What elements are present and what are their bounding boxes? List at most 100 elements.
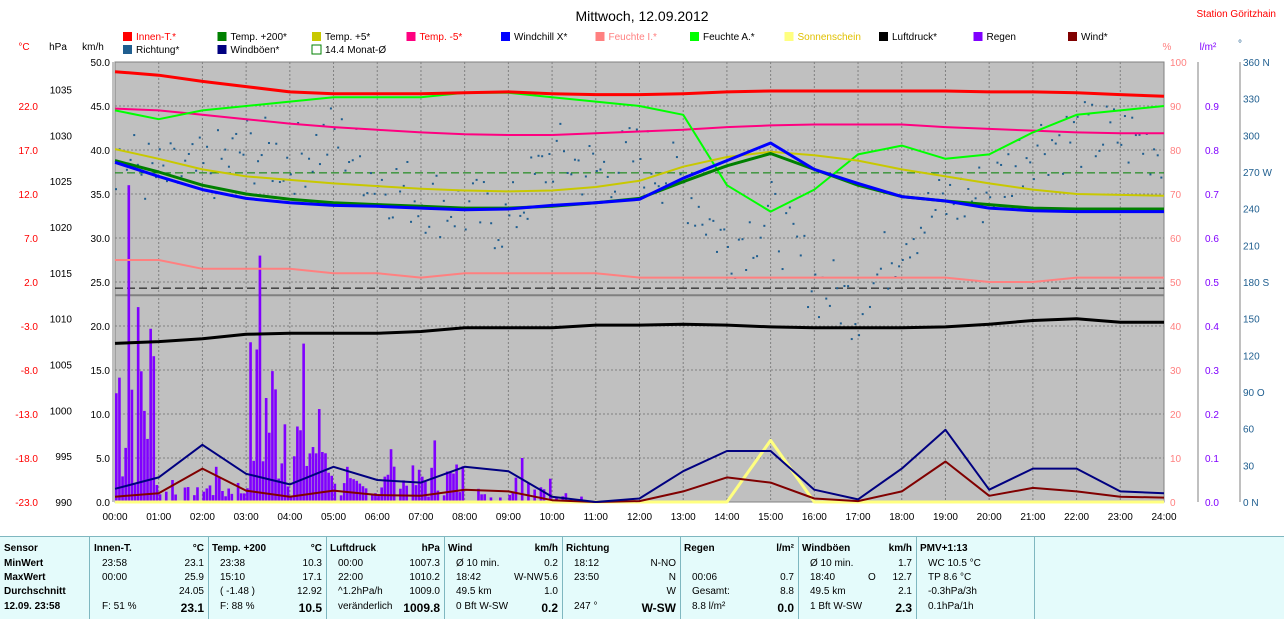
- rain-bar: [214, 466, 218, 502]
- tick-x: 04:00: [277, 512, 302, 523]
- tick-kmh: 25.0: [91, 278, 111, 289]
- weather-chart: Mittwoch, 12.09.2012 Station Göritzhain …: [0, 0, 1284, 536]
- tick-pct: 70: [1170, 190, 1182, 201]
- direction-point: [169, 142, 172, 145]
- stats-cell-value: 10.5: [298, 601, 322, 615]
- direction-point: [512, 181, 515, 184]
- stats-cell-value: 2.3: [895, 601, 912, 615]
- direction-point: [1058, 134, 1061, 137]
- stats-cell-value: N-NO: [650, 558, 676, 569]
- direction-point: [129, 158, 132, 161]
- direction-point: [985, 191, 988, 194]
- stats-cell-value: 12.7: [892, 572, 912, 583]
- direction-point: [1003, 195, 1006, 198]
- tick-kmh: 40.0: [91, 146, 111, 157]
- rain-bar: [115, 393, 118, 502]
- direction-point: [552, 180, 555, 183]
- direction-point: [1127, 161, 1130, 164]
- stats-cell-value: 24.05: [178, 586, 204, 597]
- direction-point: [839, 322, 842, 325]
- direction-point: [978, 166, 981, 169]
- rain-bar: [264, 398, 268, 502]
- tick-pct: 0: [1170, 498, 1176, 509]
- stats-cell-left: 247 °: [574, 601, 598, 612]
- direction-point: [257, 160, 260, 163]
- tick-x: 07:00: [408, 512, 433, 523]
- stats-header-unit: °C: [310, 543, 322, 554]
- direction-point: [428, 225, 431, 228]
- stats-block: PMV+1:13 WC 10.5 °C TP 8.6 °C -0.3hPa/3h 0.1…: [916, 537, 1035, 619]
- direction-point: [934, 208, 937, 211]
- stats-header-title: Innen-T.: [94, 543, 132, 554]
- direction-point: [1153, 148, 1156, 151]
- direction-point: [712, 219, 715, 222]
- direction-point: [599, 168, 602, 171]
- stats-row: 00:00 25.9: [94, 572, 204, 586]
- rain-bar: [305, 465, 309, 502]
- stats-cell-mid: O: [868, 572, 876, 583]
- direction-point: [708, 218, 711, 221]
- direction-point: [657, 185, 660, 188]
- direction-point: [151, 162, 154, 165]
- direction-point: [1116, 141, 1119, 144]
- stats-cell-left: -0.3hPa/3h: [928, 586, 977, 597]
- direction-point: [792, 222, 795, 225]
- direction-point: [632, 160, 635, 163]
- rain-bar: [449, 471, 452, 502]
- rain-bar: [461, 466, 465, 502]
- direction-point: [446, 219, 449, 222]
- stats-cell-value: 2.1: [898, 586, 912, 597]
- rain-bar: [227, 488, 231, 502]
- stats-cell-left: 23:50: [574, 572, 600, 583]
- direction-point: [340, 118, 343, 121]
- direction-point: [1051, 139, 1054, 142]
- direction-point: [497, 239, 500, 242]
- tick-hpa: 1010: [50, 315, 73, 326]
- stats-header-title: Temp. +200: [212, 543, 267, 554]
- stats-block: Temp. +200 °C 23:38 10.3 15:10 17.1( -1.48 ) 1…: [208, 537, 327, 619]
- direction-point: [705, 233, 708, 236]
- tick-x: 16:00: [802, 512, 827, 523]
- tick-pct: 10: [1170, 454, 1182, 465]
- stats-cell-value: 0.2: [541, 601, 558, 615]
- direction-point: [162, 164, 165, 167]
- direction-point: [974, 197, 977, 200]
- direction-point: [209, 172, 212, 175]
- direction-point: [311, 170, 314, 173]
- unit-deg: °: [1238, 39, 1242, 50]
- stats-block: Innen-T. °C 23:58 23.1 00:00 25.9 24.05 F: 51 %…: [90, 537, 209, 619]
- direction-point: [872, 282, 875, 285]
- direction-point: [781, 268, 784, 271]
- rain-bar: [283, 424, 287, 502]
- direction-point: [337, 146, 340, 149]
- rain-bar: [424, 481, 427, 502]
- direction-point: [938, 178, 941, 181]
- stats-header: Innen-T. °C: [94, 543, 204, 557]
- legend-label: Windchill X*: [514, 32, 567, 43]
- stats-cell-value: 1.7: [898, 558, 912, 569]
- direction-point: [391, 216, 394, 219]
- stats-block: Regen l/m² 00:06 0.7 Gesamt: 8.8 8.8 l/m² 0.0: [680, 537, 799, 619]
- stats-cell-value: W: [666, 586, 676, 597]
- stats-row-label: Sensor: [4, 543, 38, 554]
- direction-point: [1123, 115, 1126, 118]
- tick-hpa: 1035: [50, 86, 73, 97]
- rain-bar: [392, 466, 396, 502]
- stats-cell-value: 12.92: [296, 586, 322, 597]
- direction-point: [905, 243, 908, 246]
- direction-point: [679, 173, 682, 176]
- direction-point: [916, 252, 919, 255]
- tick-pct: 90: [1170, 102, 1182, 113]
- direction-point: [351, 159, 354, 162]
- direction-point: [242, 153, 245, 156]
- tick-lm2: 0.4: [1205, 322, 1219, 333]
- direction-point: [479, 221, 482, 224]
- tick-lm2: 0.1: [1205, 454, 1219, 465]
- direction-point: [537, 154, 540, 157]
- direction-point: [981, 221, 984, 224]
- rain-bar: [221, 491, 224, 502]
- direction-point: [417, 215, 420, 218]
- direction-point: [832, 259, 835, 262]
- direction-point: [748, 221, 751, 224]
- tick-pct: 50: [1170, 278, 1182, 289]
